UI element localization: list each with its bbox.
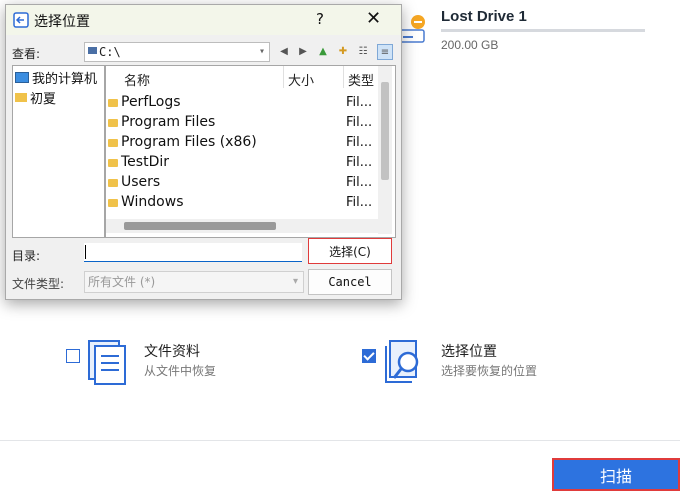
folder-tree: 我的计算机 初夏 [12,65,105,238]
column-divider [283,66,284,88]
option-files-title: 文件资料 [144,344,200,360]
file-row[interactable]: TestDir Fil... [106,153,376,173]
document-icon [88,340,126,390]
file-row[interactable]: PerfLogs Fil... [106,93,376,113]
chevron-down-icon: ▾ [258,46,265,57]
column-name[interactable]: 名称 [124,70,150,89]
help-button[interactable]: ? [316,10,324,28]
folder-icon [108,99,118,107]
drive-small-icon [88,47,97,54]
option-files-checkbox[interactable] [66,349,80,363]
new-folder-icon[interactable]: ✚ [336,44,350,58]
list-view-icon[interactable]: ≡ [377,44,393,60]
footer-divider [0,440,680,441]
back-icon[interactable]: ◀ [277,44,291,58]
forward-icon[interactable]: ▶ [296,44,310,58]
scan-button[interactable]: 扫描 [552,458,680,491]
cancel-button[interactable]: Cancel [308,269,392,295]
drive-name: Lost Drive 1 [441,8,527,25]
option-files-subtitle: 从文件中恢复 [144,364,217,378]
filetype-label: 文件类型: [12,277,65,291]
vertical-scroll-thumb[interactable] [381,82,389,180]
drive-icon [398,14,426,44]
file-row[interactable]: Windows Fil... [106,193,376,213]
tree-item-computer[interactable]: 我的计算机 [15,68,97,87]
option-location-subtitle: 选择要恢复的位置 [441,364,538,378]
column-size[interactable]: 大小 [288,70,314,89]
dialog-title: 选择位置 [34,14,90,30]
folder-search-icon [384,340,424,390]
detail-view-icon[interactable]: ☷ [356,44,370,58]
sort-indicator-icon: ^ [196,65,205,71]
file-row[interactable]: Program Files (x86) Fil... [106,133,376,153]
folder-icon [108,119,118,127]
drive-size: 200.00 GB [441,38,499,52]
folder-icon [108,139,118,147]
close-button[interactable]: ✕ [366,8,381,29]
select-location-dialog: 选择位置 ? ✕ 查看: C:\ ▾ ◀ ▶ ▲ ✚ ☷ ≡ 我的计算机 初夏 … [5,4,402,300]
directory-label: 目录: [12,249,41,263]
horizontal-scroll-thumb[interactable] [124,222,276,230]
directory-input[interactable] [84,243,302,262]
tree-item-user[interactable]: 初夏 [15,88,56,107]
drive-usage-bar [441,29,645,32]
lookin-label: 查看: [12,47,41,61]
select-button[interactable]: 选择(C) [308,238,392,264]
lookin-combo[interactable]: C:\ ▾ [84,42,270,62]
text-caret [85,245,86,259]
folder-icon [108,159,118,167]
folder-icon [108,199,118,207]
computer-icon [15,72,29,83]
folder-icon [108,179,118,187]
lookin-value: C:\ [99,45,121,59]
filetype-combo[interactable]: 所有文件 (*) ▾ [84,271,304,293]
folder-icon [15,93,27,102]
file-list: ^ 名称 大小 类型 PerfLogs Fil... Program Files… [105,65,396,238]
app-icon [13,12,29,32]
option-location-checkbox[interactable] [362,349,376,363]
horizontal-scrollbar[interactable] [106,219,378,233]
column-type[interactable]: 类型 [348,70,374,89]
chevron-down-icon: ▾ [292,276,298,287]
vertical-scrollbar[interactable] [378,66,392,234]
option-location-title: 选择位置 [441,344,497,360]
up-folder-icon[interactable]: ▲ [316,44,330,58]
file-row[interactable]: Users Fil... [106,173,376,193]
column-divider [343,66,344,88]
file-row[interactable]: Program Files Fil... [106,113,376,133]
